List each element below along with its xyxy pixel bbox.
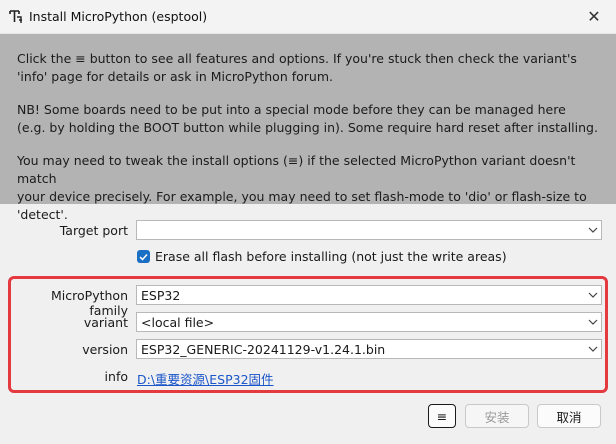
- version-label: version: [82, 342, 128, 357]
- install-button[interactable]: 安装: [465, 404, 529, 428]
- target-port-label: Target port: [59, 223, 128, 238]
- target-port-select[interactable]: [136, 220, 602, 240]
- family-value: ESP32: [141, 287, 181, 303]
- variant-value: <local file>: [141, 314, 215, 330]
- info-link[interactable]: D:\重要资源\ESP32固件: [137, 369, 274, 388]
- info-label: info: [104, 369, 128, 384]
- window-title: Install MicroPython (esptool): [29, 9, 208, 24]
- family-label: MicroPython family: [51, 288, 128, 318]
- version-value: ESP32_GENERIC-20241129-v1.24.1.bin: [141, 341, 386, 357]
- info-line: You may need to tweak the install option…: [17, 153, 576, 186]
- family-select[interactable]: ESP32: [136, 285, 602, 305]
- hamburger-icon: ≡: [436, 408, 448, 424]
- erase-flash-checkbox[interactable]: [137, 250, 150, 263]
- chevron-down-icon: [585, 319, 601, 325]
- info-line: your device precisely. For example, you …: [17, 189, 587, 222]
- info-line: 'info' page for details or ask in MicroP…: [17, 69, 333, 84]
- thonny-icon: [9, 9, 22, 23]
- cancel-button[interactable]: 取消: [537, 404, 601, 428]
- checkmark-icon: [139, 253, 148, 261]
- info-paragraph-3: You may need to tweak the install option…: [17, 152, 607, 224]
- info-line: NB! Some boards need to be put into a sp…: [17, 102, 566, 117]
- chevron-down-icon: [585, 346, 601, 352]
- variant-label: variant: [83, 315, 128, 330]
- info-paragraph-2: NB! Some boards need to be put into a sp…: [17, 101, 607, 137]
- chevron-down-icon: [585, 292, 601, 298]
- info-line: Click the ≡ button to see all features a…: [17, 51, 577, 66]
- info-line: (e.g. by holding the BOOT button while p…: [17, 120, 598, 135]
- info-panel: Click the ≡ button to see all features a…: [0, 34, 616, 222]
- menu-button[interactable]: ≡: [428, 404, 456, 428]
- info-paragraph-1: Click the ≡ button to see all features a…: [17, 50, 607, 86]
- title-bar: Install MicroPython (esptool) ✕: [0, 0, 616, 34]
- erase-flash-label[interactable]: Erase all flash before installing (not j…: [155, 249, 507, 264]
- close-button[interactable]: ✕: [572, 0, 616, 33]
- chevron-down-icon: [585, 227, 601, 233]
- variant-select[interactable]: <local file>: [136, 312, 602, 332]
- version-select[interactable]: ESP32_GENERIC-20241129-v1.24.1.bin: [136, 339, 602, 359]
- close-icon: ✕: [587, 7, 601, 26]
